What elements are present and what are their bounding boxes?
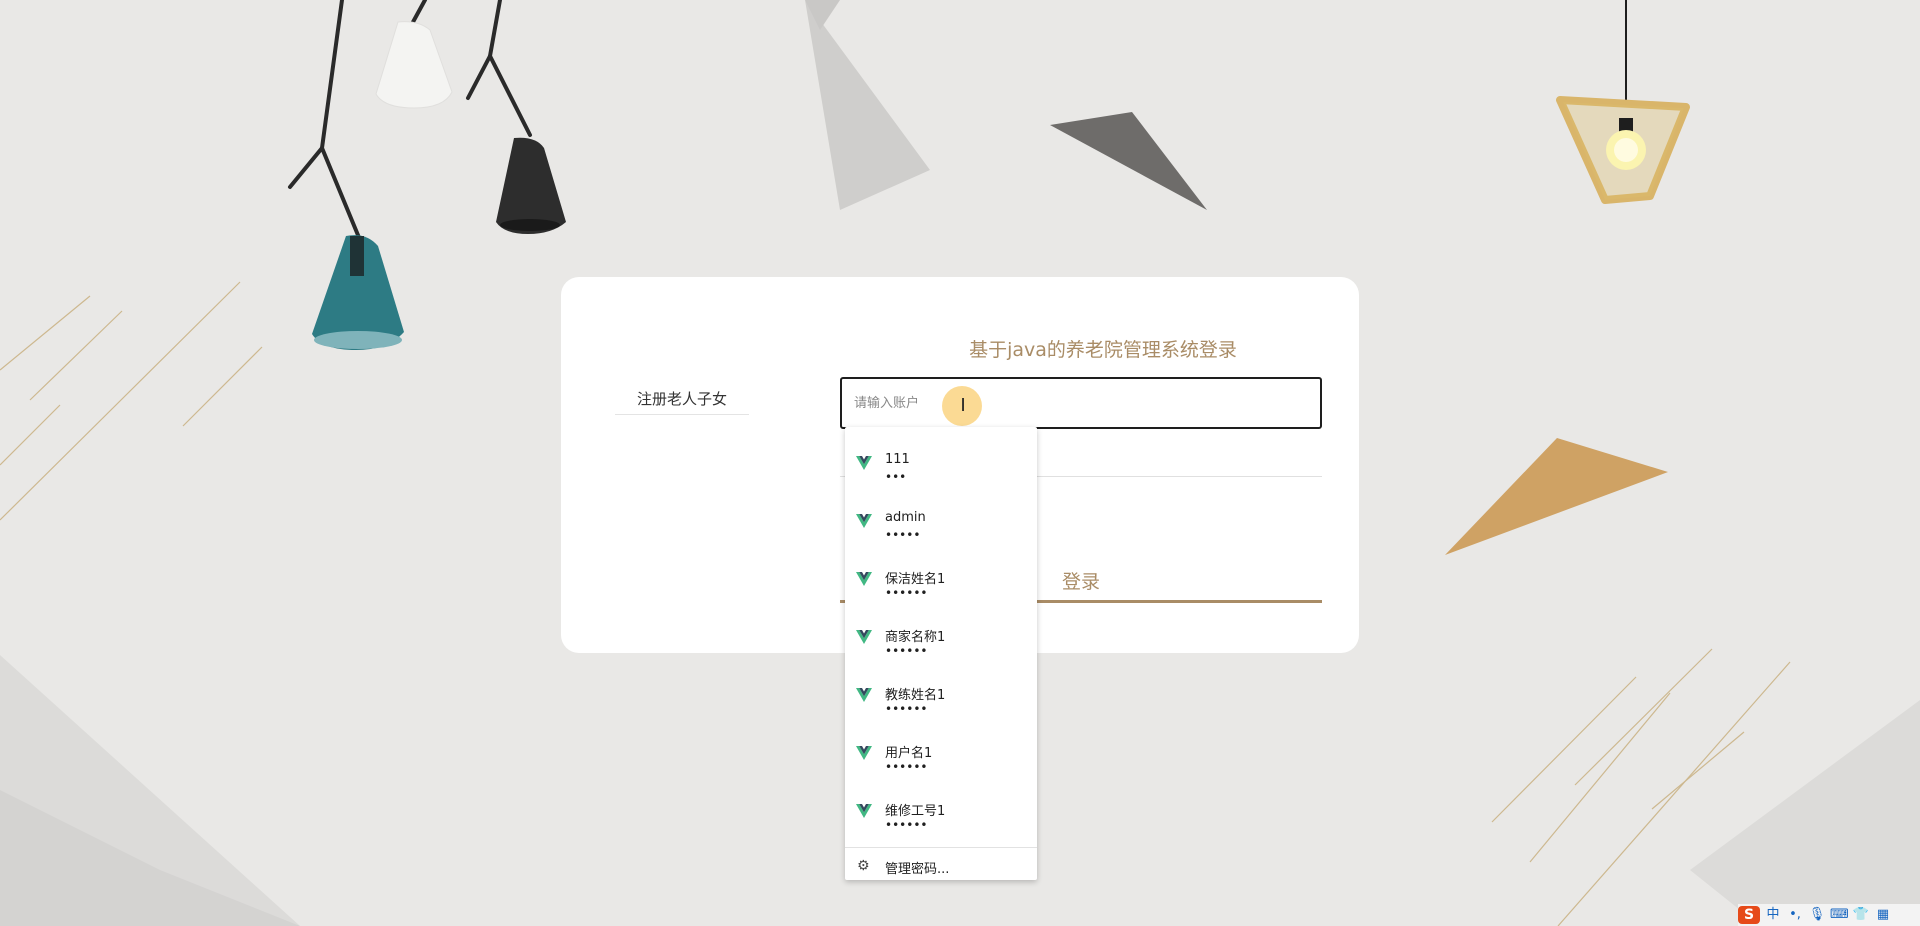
autofill-password-mask: •••••• xyxy=(885,818,928,832)
autofill-username: 保洁姓名1 xyxy=(885,572,946,587)
manage-passwords-label: 管理密码... xyxy=(885,862,950,877)
autofill-password-mask: •••••• xyxy=(885,702,928,716)
autofill-item[interactable]: 保洁姓名1 •••••• xyxy=(845,551,1037,609)
autofill-item[interactable]: admin ••••• xyxy=(845,493,1037,551)
autofill-item[interactable]: 111 ••• xyxy=(845,435,1037,493)
toolbox-icon[interactable]: ▦ xyxy=(1874,906,1892,924)
autofill-username: 用户名1 xyxy=(885,746,933,761)
autofill-username: 111 xyxy=(885,452,910,467)
ime-mode-indicator[interactable]: 中 xyxy=(1764,906,1782,924)
autofill-username: 教练姓名1 xyxy=(885,688,946,703)
autofill-username: 商家名称1 xyxy=(885,630,946,645)
autofill-password-mask: •••••• xyxy=(885,586,928,600)
bg-triangle-right xyxy=(1690,700,1920,926)
punctuation-icon[interactable]: •, xyxy=(1786,906,1804,924)
sogou-logo-icon[interactable]: S xyxy=(1738,906,1760,924)
keyboard-icon[interactable]: ⌨ xyxy=(1830,906,1849,924)
microphone-icon[interactable]: 🎙 xyxy=(1808,906,1826,924)
autofill-username: 维修工号1 xyxy=(885,804,946,819)
ime-tray: S 中 •, 🎙 ⌨ 👕 ▦ xyxy=(1738,904,1920,926)
manage-passwords-button[interactable]: ⚙ 管理密码... xyxy=(845,848,1037,886)
vue-logo-icon xyxy=(856,746,872,760)
autofill-username: admin xyxy=(885,510,926,525)
bg-triangle-dark xyxy=(1050,112,1207,210)
vue-logo-icon xyxy=(856,456,872,470)
bg-lines-left xyxy=(0,281,263,521)
autofill-dropdown: 111 ••• admin ••••• 保洁姓名1 •••••• 商家名称1 •… xyxy=(845,427,1037,880)
login-title: 基于java的养老院管理系统登录 xyxy=(969,339,1237,361)
bg-triangle-top xyxy=(805,0,930,210)
register-elderly-children-link[interactable]: 注册老人子女 xyxy=(615,387,749,415)
gear-icon: ⚙ xyxy=(857,858,870,874)
vue-logo-icon xyxy=(856,572,872,586)
autofill-item[interactable]: 商家名称1 •••••• xyxy=(845,609,1037,667)
skin-icon[interactable]: 👕 xyxy=(1852,906,1870,924)
vue-logo-icon xyxy=(856,688,872,702)
autofill-item[interactable]: 用户名1 •••••• xyxy=(845,725,1037,783)
autofill-item[interactable]: 维修工号1 •••••• xyxy=(845,783,1037,841)
account-input[interactable] xyxy=(840,377,1322,429)
bg-triangle-gold xyxy=(1445,438,1668,555)
vue-logo-icon xyxy=(856,514,872,528)
autofill-password-mask: •••••• xyxy=(885,760,928,774)
vue-logo-icon xyxy=(856,630,872,644)
autofill-password-mask: •••••• xyxy=(885,644,928,658)
autofill-password-mask: ••• xyxy=(885,470,907,484)
pendant-lamps-left xyxy=(288,0,566,350)
autofill-item[interactable]: 教练姓名1 •••••• xyxy=(845,667,1037,725)
autofill-password-mask: ••••• xyxy=(885,528,921,542)
text-cursor-icon: I xyxy=(960,395,966,416)
vue-logo-icon xyxy=(856,804,872,818)
pendant-lamp-right xyxy=(1556,0,1690,204)
